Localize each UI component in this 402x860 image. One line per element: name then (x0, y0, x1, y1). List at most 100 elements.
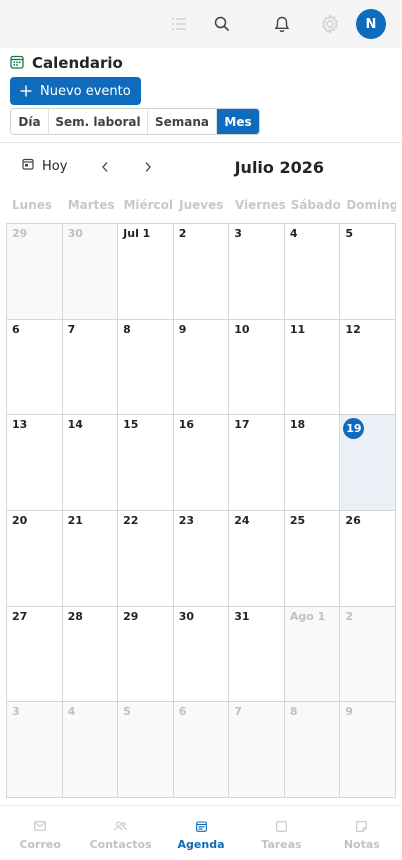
day-cell[interactable]: 18 (284, 415, 341, 511)
day-cell-today[interactable]: 19 (340, 415, 396, 511)
chevron-left-icon[interactable] (97, 159, 113, 175)
day-cell[interactable]: 25 (284, 510, 341, 607)
day-cell[interactable]: 23 (173, 510, 230, 607)
day-cell[interactable]: Jul 1 (118, 224, 174, 320)
day-cell[interactable]: 8 (284, 702, 341, 798)
bell-icon[interactable] (270, 12, 294, 36)
day-cell[interactable]: 6 (7, 319, 63, 416)
day-cell[interactable]: 16 (173, 415, 230, 511)
day-cell[interactable]: 24 (229, 510, 285, 607)
day-cell[interactable]: 9 (340, 702, 396, 798)
day-number: 22 (123, 513, 139, 527)
day-cell[interactable]: 30 (173, 606, 230, 703)
day-number: 5 (123, 705, 131, 719)
day-cell[interactable]: 29 (118, 606, 174, 703)
search-icon[interactable] (210, 12, 234, 36)
day-cell[interactable]: 7 (229, 702, 285, 798)
day-number: 14 (67, 418, 83, 432)
divider (0, 142, 402, 143)
day-cell[interactable]: 5 (340, 224, 396, 320)
plus-icon (20, 85, 32, 97)
bottom-nav-label: Tareas (261, 838, 302, 851)
new-event-button[interactable]: Nuevo evento (10, 77, 141, 105)
day-number: 8 (123, 322, 131, 336)
day-cell[interactable]: 22 (118, 510, 174, 607)
view-tab-week[interactable]: Semana (148, 109, 217, 134)
day-cell[interactable]: 9 (173, 319, 230, 416)
day-number: Jul 1 (123, 227, 151, 240)
day-cell[interactable]: 20 (7, 510, 63, 607)
day-cell[interactable]: 14 (62, 415, 119, 511)
day-cell[interactable]: 3 (229, 224, 285, 320)
day-cell[interactable]: 21 (62, 510, 119, 607)
day-number: 23 (178, 513, 195, 527)
weekday-label: Domingo (346, 198, 397, 212)
day-cell[interactable]: 7 (62, 319, 119, 416)
day-number: 6 (178, 705, 187, 719)
calendar-icon (195, 819, 207, 833)
gear-icon[interactable] (318, 12, 342, 36)
view-tab-month[interactable]: Mes (217, 109, 259, 134)
day-cell[interactable]: 2 (340, 606, 396, 703)
day-number: 30 (67, 227, 83, 240)
top-bar: N (0, 0, 402, 48)
day-number: 10 (234, 322, 250, 336)
day-cell[interactable]: 13 (7, 415, 63, 511)
day-cell[interactable]: 11 (284, 319, 341, 416)
day-cell[interactable]: 26 (340, 510, 396, 607)
view-tab-work-week[interactable]: Sem. laboral (49, 109, 148, 134)
day-number: 29 (12, 227, 28, 240)
today-label: Hoy (42, 158, 68, 174)
day-number: 27 (12, 609, 28, 623)
weekday-label: Sábado (290, 198, 341, 212)
new-event-label: Nuevo evento (40, 83, 131, 99)
weekday-label: Jueves (179, 198, 224, 212)
day-cell[interactable]: 10 (229, 319, 285, 416)
bottom-nav-agenda[interactable]: Agenda (161, 806, 241, 860)
bottom-nav-tasks[interactable]: Tareas (241, 806, 321, 860)
day-number: 5 (345, 227, 354, 240)
day-cell[interactable]: 6 (173, 702, 230, 798)
day-cell[interactable]: 8 (118, 319, 174, 416)
day-number: 13 (12, 418, 28, 432)
day-number: 30 (178, 609, 195, 623)
day-cell[interactable]: 31 (229, 606, 285, 703)
day-number: 25 (289, 513, 306, 527)
day-cell[interactable]: 17 (229, 415, 285, 511)
note-icon (356, 819, 368, 833)
day-cell[interactable]: 29 (7, 224, 63, 320)
day-cell[interactable]: 4 (62, 702, 119, 798)
list-icon[interactable] (167, 12, 191, 36)
day-number: 17 (234, 418, 250, 432)
weekday-label: Martes (67, 198, 115, 212)
day-number: 9 (178, 322, 187, 336)
day-cell[interactable]: 4 (284, 224, 341, 320)
bottom-nav-mail[interactable]: Correo (0, 806, 80, 860)
day-cell[interactable]: 30 (62, 224, 119, 320)
day-number: 11 (289, 322, 306, 336)
bottom-nav-contacts[interactable]: Contactos (80, 806, 160, 860)
day-cell[interactable]: 27 (7, 606, 63, 703)
day-number: 4 (67, 705, 76, 719)
mail-icon (34, 819, 47, 833)
day-cell[interactable]: 3 (7, 702, 63, 798)
day-cell[interactable]: 2 (173, 224, 230, 320)
avatar[interactable]: N (356, 9, 386, 39)
day-cell[interactable]: 5 (118, 702, 174, 798)
day-number: 18 (289, 418, 306, 432)
today-button[interactable]: Hoy (22, 158, 67, 174)
day-cell[interactable]: 28 (62, 606, 119, 703)
weekday-label: Viernes (234, 198, 285, 212)
people-icon (114, 819, 127, 833)
day-cell[interactable]: 15 (118, 415, 174, 511)
calendar-today-icon (22, 158, 34, 174)
day-cell[interactable]: 12 (340, 319, 396, 416)
day-cell[interactable]: Ago 1 (284, 606, 341, 703)
day-number: 2 (178, 227, 187, 240)
bottom-nav-notes[interactable]: Notas (322, 806, 402, 860)
weekday-header: Lunes Martes Miércoles Jueves Viernes Sábado D… (6, 198, 396, 216)
month-grid: 29 30 Jul 1 2 3 4 5 6 7 8 9 10 11 12 13 14 15 16 17 18 19 20 2… (6, 223, 396, 798)
view-tab-day[interactable]: Día (11, 109, 49, 134)
chevron-right-icon[interactable] (140, 159, 156, 175)
day-number: 28 (67, 609, 83, 623)
